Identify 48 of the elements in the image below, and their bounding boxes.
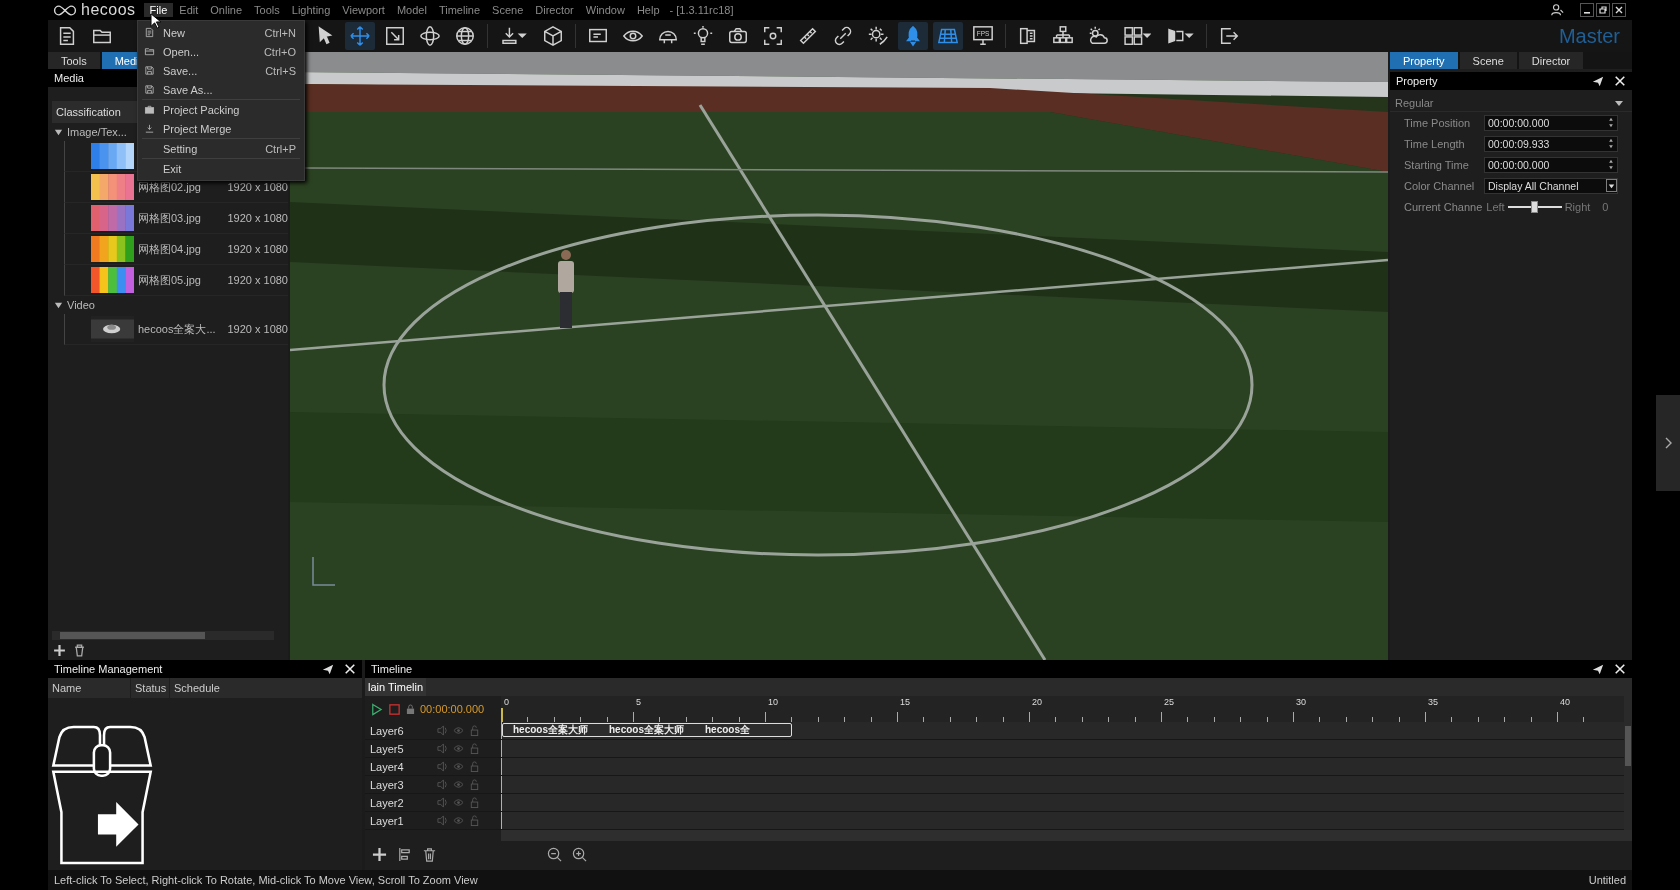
file-name: 网格图05.jpg: [138, 272, 202, 288]
layer-name: Layer5: [370, 742, 405, 755]
ruler-label: 25: [1164, 697, 1174, 707]
ruler-label: 35: [1428, 697, 1438, 707]
layer-name: Layer4: [370, 760, 405, 773]
field-label: Starting Time: [1404, 158, 1470, 171]
clip-label: hecoos全: [704, 724, 751, 736]
slider-max-label: Right: [1564, 200, 1591, 213]
column-header: Name: [48, 678, 131, 698]
status-hint: Left-click To Select, Right-click To Rotate, Mid-click To Move View, Scroll To Zoom View: [54, 874, 478, 886]
panel-title: Timeline: [371, 663, 413, 675]
file-resolution: 1920 x 1080: [227, 323, 288, 335]
slider-min-label: Left: [1486, 200, 1505, 213]
version-label: - [1.3.11rc18]: [669, 4, 734, 16]
time-display: 00:00:00.000: [420, 703, 485, 715]
panel-title: Timeline Management: [54, 663, 163, 675]
layer-name: Layer6: [370, 724, 405, 737]
clip-label: hecoos全案大师: [512, 724, 589, 736]
ruler-label: 10: [768, 697, 778, 707]
file-resolution: 1920 x 1080: [227, 243, 288, 255]
file-resolution: 1920 x 1080: [227, 181, 288, 193]
app-name: hecoos: [81, 1, 136, 19]
slider-value: 0: [1602, 200, 1609, 213]
field-label: Time Length: [1404, 137, 1466, 150]
layer-name: Layer1: [370, 814, 405, 827]
file-name: 网格图02.jpg: [138, 179, 202, 195]
column-header: Status: [131, 678, 170, 698]
layer-name: Layer2: [370, 796, 405, 809]
file-name: 网格图03.jpg: [138, 210, 202, 226]
ruler-label: 0: [504, 697, 509, 707]
file-name: 网格图04.jpg: [138, 241, 202, 257]
panel-title: Property: [1396, 75, 1438, 87]
file-resolution: 1920 x 1080: [227, 212, 288, 224]
field-label: Time Position: [1404, 116, 1472, 129]
field-label: Color Channel: [1404, 179, 1476, 192]
column-header: Schedule: [173, 681, 221, 696]
ruler-label: 20: [1032, 697, 1042, 707]
ruler-label: 30: [1296, 697, 1306, 707]
clip-label: hecoos全案大师: [608, 724, 685, 736]
workspace-label: Master: [1558, 24, 1620, 48]
ruler-label: 15: [900, 697, 910, 707]
document-name: Untitled: [1588, 874, 1626, 886]
layer-name: Layer3: [370, 778, 405, 791]
field-label: Current Channe: [1404, 200, 1483, 213]
file-name: hecoos全案大...: [138, 321, 217, 337]
file-resolution: 1920 x 1080: [227, 274, 288, 286]
ruler-label: 40: [1560, 697, 1570, 707]
ruler-label: 5: [636, 697, 641, 707]
